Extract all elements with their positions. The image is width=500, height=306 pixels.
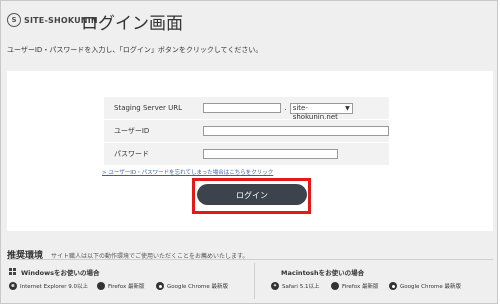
apple-icon: [269, 268, 277, 277]
header: S SITE-SHOKUNIN ログイン画面: [1, 1, 497, 37]
chevron-down-icon: ▼: [345, 104, 350, 112]
user-id-field-cell: [197, 119, 389, 143]
browser-label: Google Chrome 最新版: [167, 284, 228, 290]
server-label: Staging Server URL: [104, 97, 197, 120]
os-separator: [254, 263, 255, 299]
chrome-icon: [389, 282, 397, 290]
safari-icon: ✦: [271, 282, 279, 290]
domain-select-value: site-shokunin.net: [292, 103, 338, 121]
browser-ie: e Internet Explorer 9.0以上: [9, 282, 88, 290]
divider: [7, 259, 493, 260]
browser-chrome-win: Google Chrome 最新版: [156, 282, 228, 290]
server-field-cell: . site-shokunin.net ▼: [197, 97, 389, 121]
browser-label: Firefox 最新版: [342, 284, 379, 290]
login-panel: Staging Server URL . site-shokunin.net ▼…: [7, 71, 493, 231]
login-button[interactable]: ログイン: [197, 184, 307, 205]
password-label: パスワード: [104, 142, 197, 166]
intro-text: ユーザーID・パスワードを入力し、「ログイン」ボタンをクリックしてください。: [7, 46, 263, 54]
page-title: ログイン画面: [81, 14, 183, 34]
user-row: ユーザーID: [104, 119, 389, 143]
chrome-icon: [156, 282, 164, 290]
domain-select[interactable]: site-shokunin.net ▼: [289, 102, 353, 121]
login-form: Staging Server URL . site-shokunin.net ▼…: [104, 97, 389, 166]
browser-chrome-mac: Google Chrome 最新版: [389, 282, 461, 290]
browser-label: Google Chrome 最新版: [400, 284, 461, 290]
user-id-label: ユーザーID: [104, 119, 197, 143]
password-row: パスワード: [104, 142, 389, 166]
password-field-cell: [197, 142, 389, 166]
windows-heading-label: Windowsをお使いの場合: [21, 269, 100, 277]
browser-label: Firefox 最新版: [108, 284, 145, 290]
ie-icon: e: [9, 282, 17, 290]
mac-heading: Macintoshをお使いの場合: [269, 267, 364, 277]
password-input[interactable]: [203, 149, 338, 159]
user-id-input[interactable]: [203, 126, 389, 136]
browser-firefox-win: Firefox 最新版: [97, 282, 144, 290]
firefox-icon: [97, 282, 105, 290]
firefox-icon: [331, 282, 339, 290]
windows-icon: [9, 268, 17, 276]
login-page: S SITE-SHOKUNIN ログイン画面 ユーザーID・パスワードを入力し、…: [0, 0, 498, 304]
windows-heading: Windowsをお使いの場合: [9, 267, 100, 277]
logo-mark-icon: S: [7, 13, 21, 27]
browser-label: Internet Explorer 9.0以上: [20, 284, 88, 290]
server-row: Staging Server URL . site-shokunin.net ▼: [104, 97, 389, 121]
mac-heading-label: Macintoshをお使いの場合: [281, 269, 365, 277]
browser-safari: ✦ Safari 5.1以上: [271, 282, 319, 290]
forgot-credentials-link[interactable]: > ユーザーID・パスワードを忘れてしまった場合はこちらをクリック: [102, 168, 273, 176]
domain-separator: .: [284, 104, 287, 112]
browser-label: Safari 5.1以上: [282, 284, 320, 290]
server-input[interactable]: [203, 103, 281, 113]
browser-firefox-mac: Firefox 最新版: [331, 282, 378, 290]
